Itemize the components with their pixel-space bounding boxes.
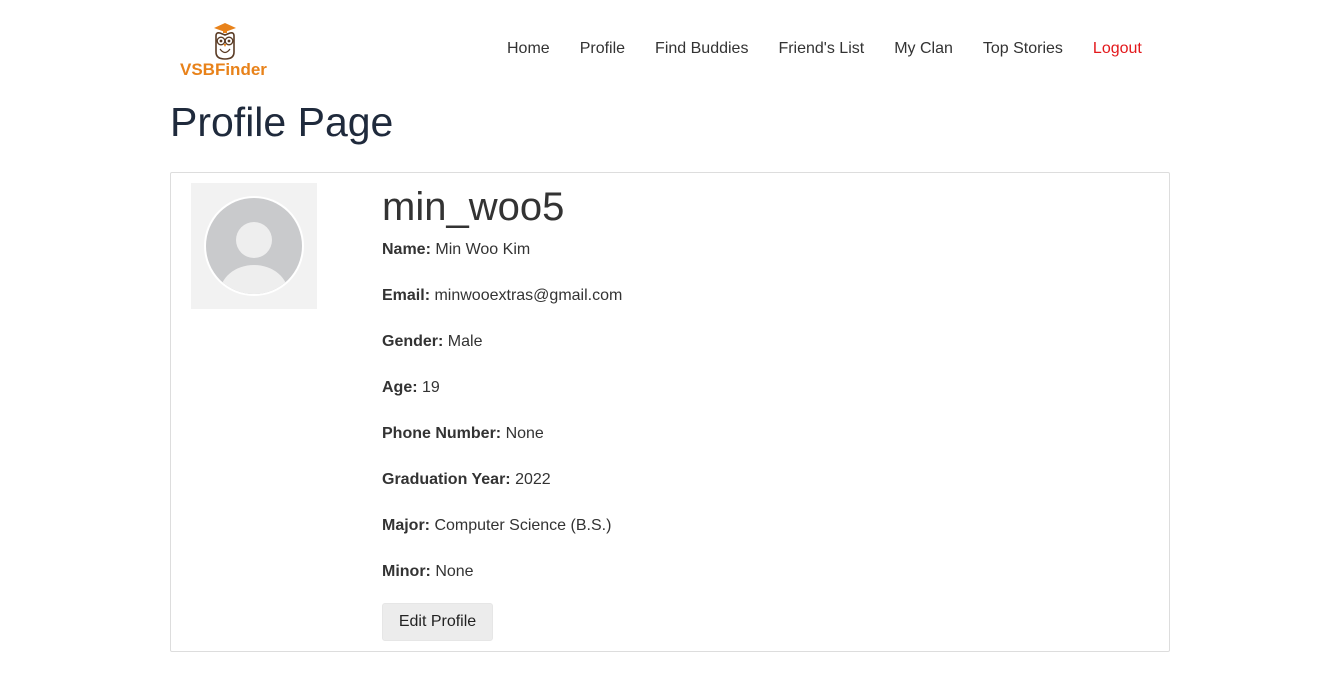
field-name: Name: Min Woo Kim	[382, 240, 530, 260]
profile-info: min_woo5 Name: Min Woo Kim Email: minwoo…	[382, 183, 622, 641]
edit-profile-button[interactable]: Edit Profile	[382, 603, 493, 641]
avatar	[191, 183, 317, 309]
field-minor-value: None	[435, 563, 474, 580]
nav-friends-list[interactable]: Friend's List	[763, 38, 879, 60]
field-age-value: 19	[422, 379, 440, 396]
field-gender-label: Gender:	[382, 333, 444, 350]
nav-find-buddies[interactable]: Find Buddies	[640, 38, 763, 60]
field-email-label: Email:	[382, 287, 431, 304]
field-phone-value: None	[505, 425, 544, 442]
field-phone: Phone Number: None	[382, 424, 544, 444]
site-logo[interactable]: VSBFinder	[176, 22, 276, 80]
field-minor: Minor: None	[382, 562, 474, 582]
main-nav: Home Profile Find Buddies Friend's List …	[492, 38, 1157, 60]
field-major-label: Major:	[382, 517, 430, 534]
field-gender-value: Male	[447, 333, 483, 350]
field-major-value: Computer Science (B.S.)	[434, 517, 612, 534]
profile-username: min_woo5	[382, 185, 565, 229]
owl-icon	[214, 23, 236, 60]
nav-home[interactable]: Home	[492, 38, 565, 60]
field-age-label: Age:	[382, 379, 418, 396]
field-gender: Gender: Male	[382, 332, 482, 352]
field-name-value: Min Woo Kim	[435, 241, 531, 258]
field-graduation-year: Graduation Year: 2022	[382, 470, 551, 490]
field-age: Age: 19	[382, 378, 440, 398]
page-title: Profile Page	[170, 99, 394, 145]
nav-logout[interactable]: Logout	[1078, 38, 1157, 60]
brand-name: VSBFinder	[180, 60, 267, 79]
field-email-value: minwooextras@gmail.com	[434, 287, 623, 304]
field-graduation-year-label: Graduation Year:	[382, 471, 511, 488]
field-major: Major: Computer Science (B.S.)	[382, 516, 611, 536]
field-graduation-year-value: 2022	[515, 471, 551, 488]
user-avatar-icon	[204, 196, 304, 296]
field-email: Email: minwooextras@gmail.com	[382, 286, 622, 306]
field-minor-label: Minor:	[382, 563, 431, 580]
profile-card: min_woo5 Name: Min Woo Kim Email: minwoo…	[170, 172, 1170, 652]
field-name-label: Name:	[382, 241, 431, 258]
nav-my-clan[interactable]: My Clan	[879, 38, 968, 60]
nav-profile[interactable]: Profile	[565, 38, 640, 60]
field-phone-label: Phone Number:	[382, 425, 502, 442]
nav-top-stories[interactable]: Top Stories	[968, 38, 1078, 60]
